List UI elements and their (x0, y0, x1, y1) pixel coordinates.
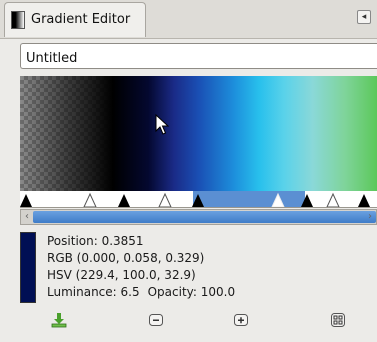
tab-menu-icon[interactable]: ◂ (357, 10, 371, 24)
tab-gradient-editor[interactable]: Gradient Editor (4, 2, 146, 37)
scroll-thumb[interactable] (33, 211, 376, 223)
zoom-out-icon[interactable] (148, 312, 164, 328)
gradient-name-field[interactable] (20, 43, 377, 69)
gradient-fill (20, 76, 377, 191)
zoom-in-icon[interactable] (233, 312, 249, 328)
position-readout: Position: 0.3851 (47, 234, 144, 248)
gradient-editor-toolbar (20, 308, 377, 334)
gradient-icon (11, 11, 25, 29)
stop-marker[interactable] (301, 194, 313, 207)
zoom-all-icon[interactable] (330, 312, 346, 328)
stop-midpoint-marker[interactable] (271, 192, 285, 207)
luminance-readout: Luminance: 6.5 (47, 285, 140, 299)
scroll-right-icon[interactable]: › (364, 210, 376, 224)
save-icon[interactable] (51, 312, 67, 328)
gradient-scrollbar[interactable]: ‹ › (20, 209, 377, 225)
scroll-left-icon[interactable]: ‹ (21, 210, 33, 224)
dock-tab-bar: Gradient Editor ◂ (0, 0, 377, 39)
gradient-preview[interactable] (20, 76, 377, 191)
stop-midpoint-marker[interactable] (83, 192, 97, 207)
gradient-stop-bar[interactable] (20, 191, 377, 208)
stop-marker[interactable] (358, 194, 370, 207)
stop-midpoint-marker[interactable] (326, 192, 340, 207)
stop-midpoint-marker[interactable] (158, 192, 172, 207)
opacity-readout: Opacity: 100.0 (147, 285, 236, 299)
stop-marker[interactable] (192, 194, 204, 207)
stop-marker[interactable] (118, 194, 130, 207)
stop-marker[interactable] (20, 194, 32, 207)
tab-label: Gradient Editor (31, 12, 131, 27)
color-info-panel: Position: 0.3851 RGB (0.000, 0.058, 0.32… (20, 230, 377, 306)
rgb-readout: RGB (0.000, 0.058, 0.329) (47, 251, 205, 265)
color-swatch (20, 232, 36, 303)
hsv-readout: HSV (229.4, 100.0, 32.9) (47, 268, 196, 282)
mouse-pointer-icon (155, 114, 169, 135)
